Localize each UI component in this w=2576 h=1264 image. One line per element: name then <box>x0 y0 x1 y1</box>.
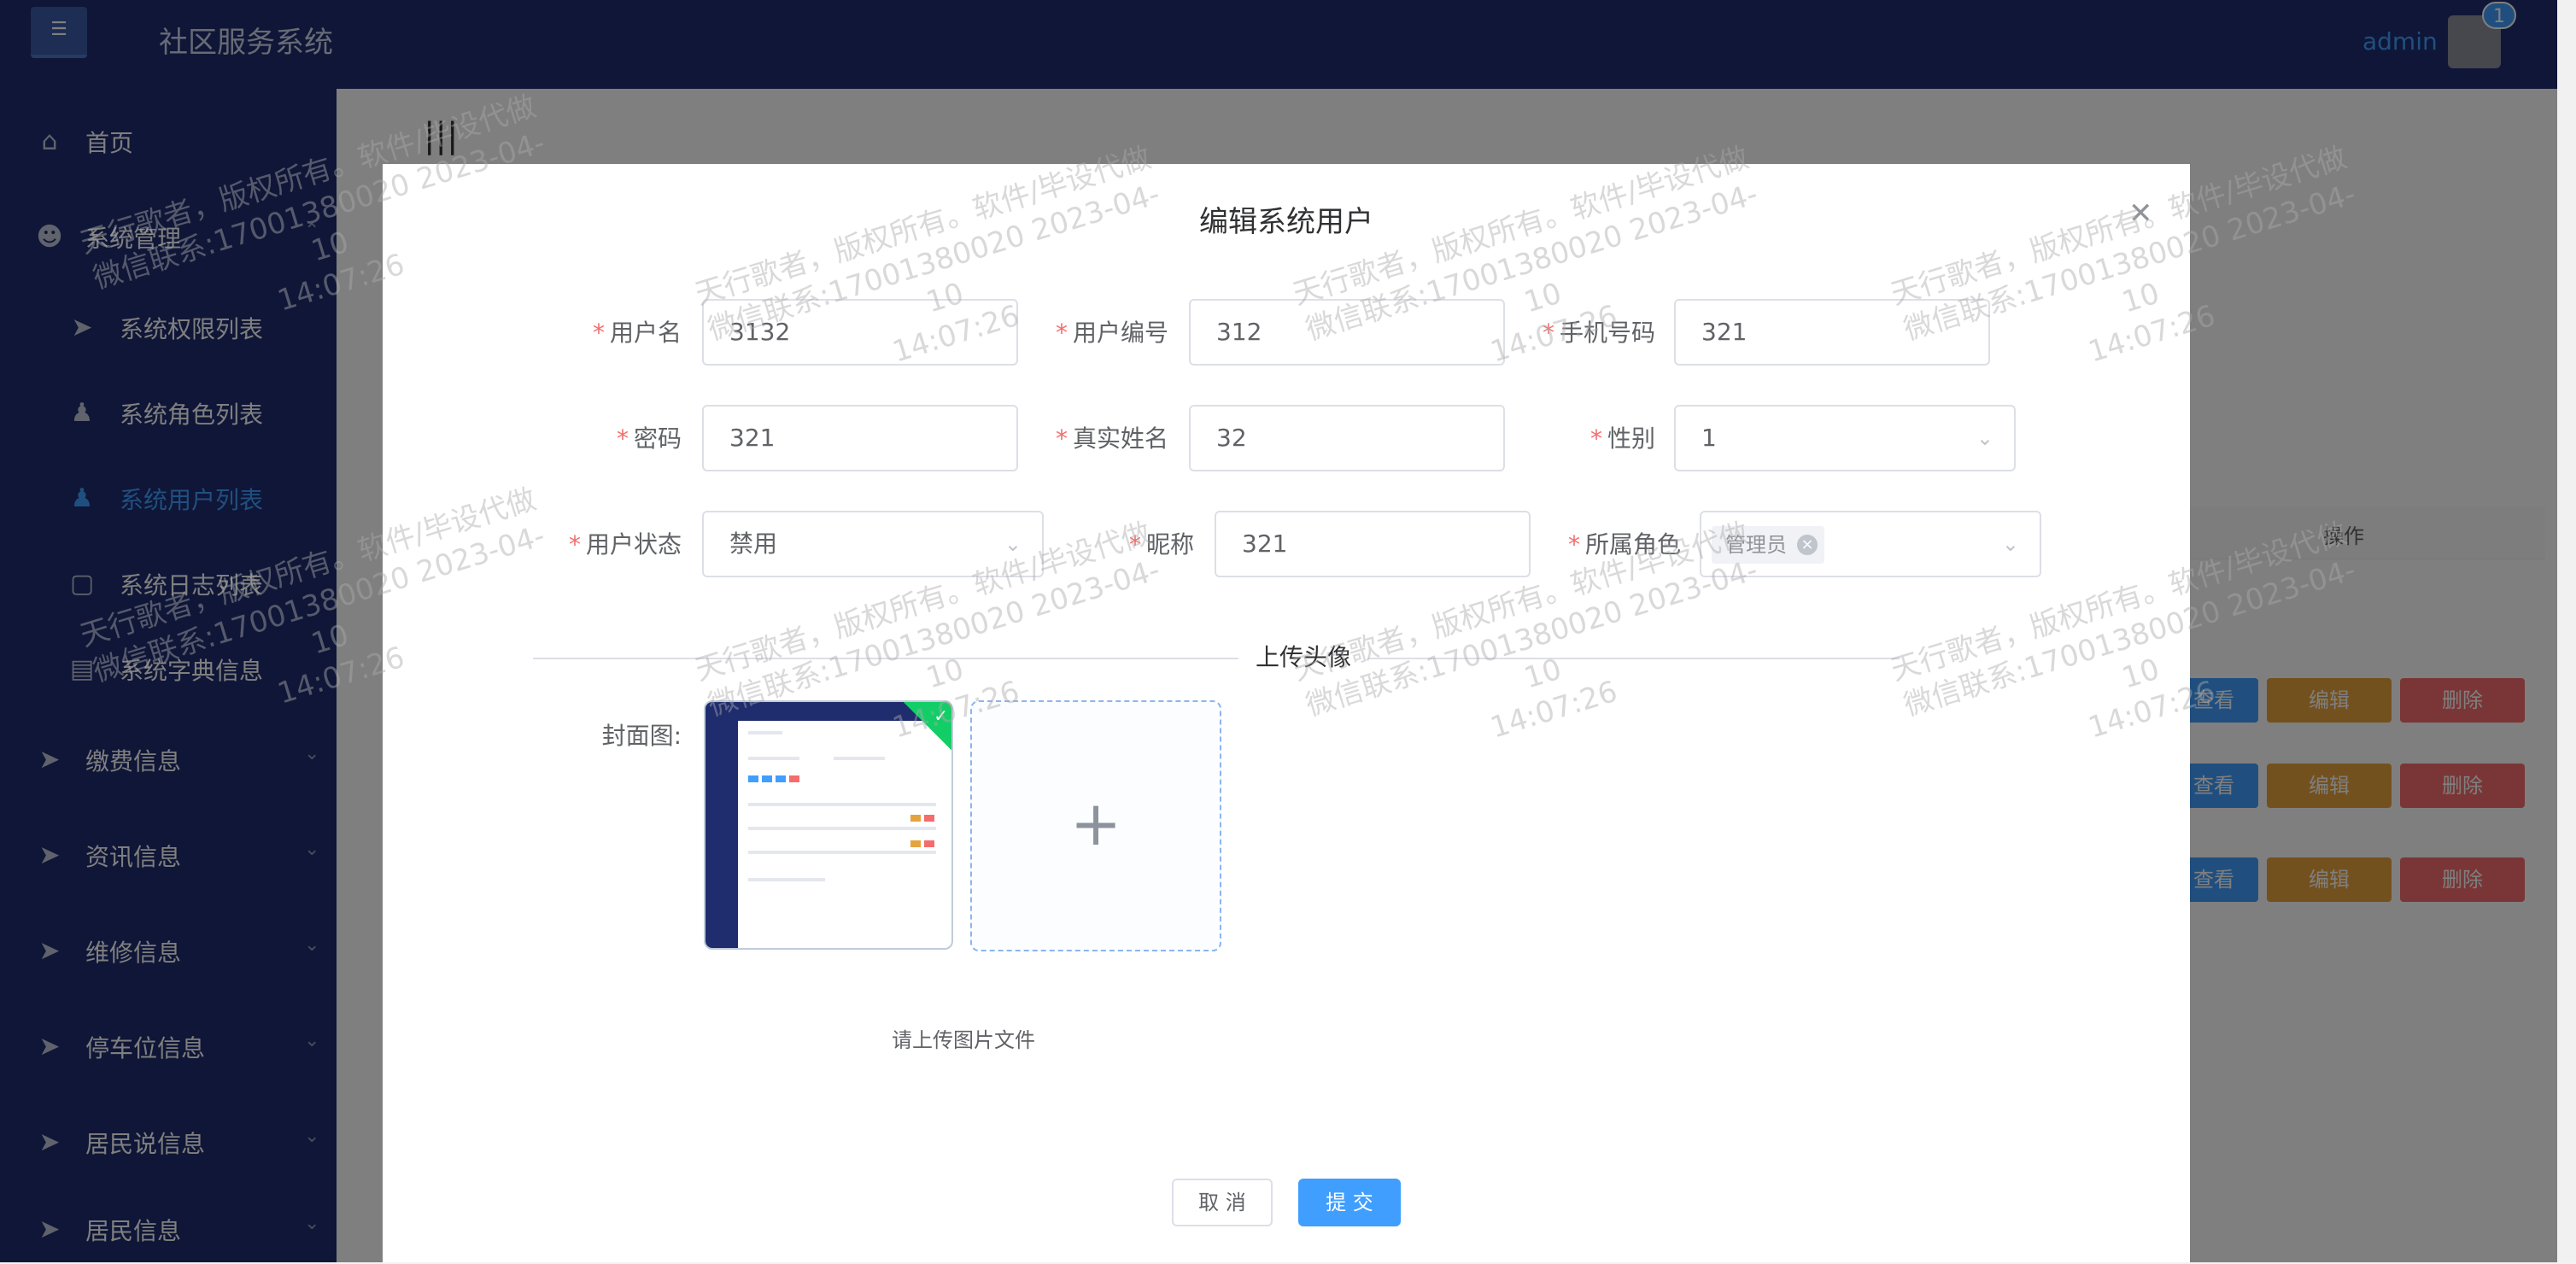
phone-input[interactable]: 321 <box>1674 299 1990 366</box>
status-value: 禁用 <box>729 530 778 558</box>
role-tag-label: 管理员 <box>1725 533 1787 557</box>
user-no-label: * 用户编号 <box>1055 319 1168 347</box>
role-label: * 所属角色 <box>1567 530 1681 559</box>
cover-label: 封面图: <box>601 722 682 750</box>
status-select[interactable]: 禁用 ⌄ <box>702 511 1044 577</box>
close-icon[interactable]: ✕ <box>2128 196 2153 231</box>
chevron-down-icon: ⌄ <box>1004 532 1022 556</box>
chevron-down-icon: ⌄ <box>1976 426 1993 450</box>
submit-button[interactable]: 提 交 <box>1298 1179 1401 1226</box>
check-icon: ✓ <box>934 705 948 726</box>
role-tag: 管理员 × <box>1712 526 1824 564</box>
upload-avatar-title: 上传头像 <box>1238 639 1369 673</box>
password-input[interactable]: 321 <box>702 405 1018 471</box>
close-icon[interactable]: × <box>1797 535 1818 555</box>
gender-label: * 性别 <box>1590 424 1655 453</box>
username-input[interactable]: 3132 <box>702 299 1018 366</box>
nickname-input[interactable]: 321 <box>1215 511 1531 577</box>
user-no-input[interactable]: 312 <box>1189 299 1505 366</box>
real-name-label: * 真实姓名 <box>1055 424 1168 453</box>
chevron-down-icon: ⌄ <box>2001 532 2019 556</box>
gender-select[interactable]: 1 ⌄ <box>1674 405 2016 471</box>
plus-icon: + <box>1069 787 1122 859</box>
password-label: * 密码 <box>616 424 682 453</box>
nickname-label: * 昵称 <box>1128 530 1194 559</box>
scrollbar[interactable] <box>2557 0 2576 1262</box>
gender-value: 1 <box>1701 424 1717 452</box>
username-label: * 用户名 <box>592 319 682 347</box>
upload-tip: 请上传图片文件 <box>892 1028 1035 1052</box>
divider <box>533 658 1900 659</box>
dialog-title: 编辑系统用户 <box>1199 205 1373 239</box>
cancel-button[interactable]: 取 消 <box>1172 1179 1273 1226</box>
status-label: * 用户状态 <box>568 530 682 559</box>
edit-user-dialog: 编辑系统用户 ✕ * 用户名 3132 * 用户编号 312 * 手机号码 321 *… <box>383 164 2190 1262</box>
uploaded-image-thumbnail[interactable]: ✓ <box>704 700 953 950</box>
role-select[interactable]: 管理员 × ⌄ <box>1700 511 2041 577</box>
upload-button[interactable]: + <box>970 700 1221 951</box>
phone-label: * 手机号码 <box>1542 319 1655 347</box>
real-name-input[interactable]: 32 <box>1189 405 1505 471</box>
